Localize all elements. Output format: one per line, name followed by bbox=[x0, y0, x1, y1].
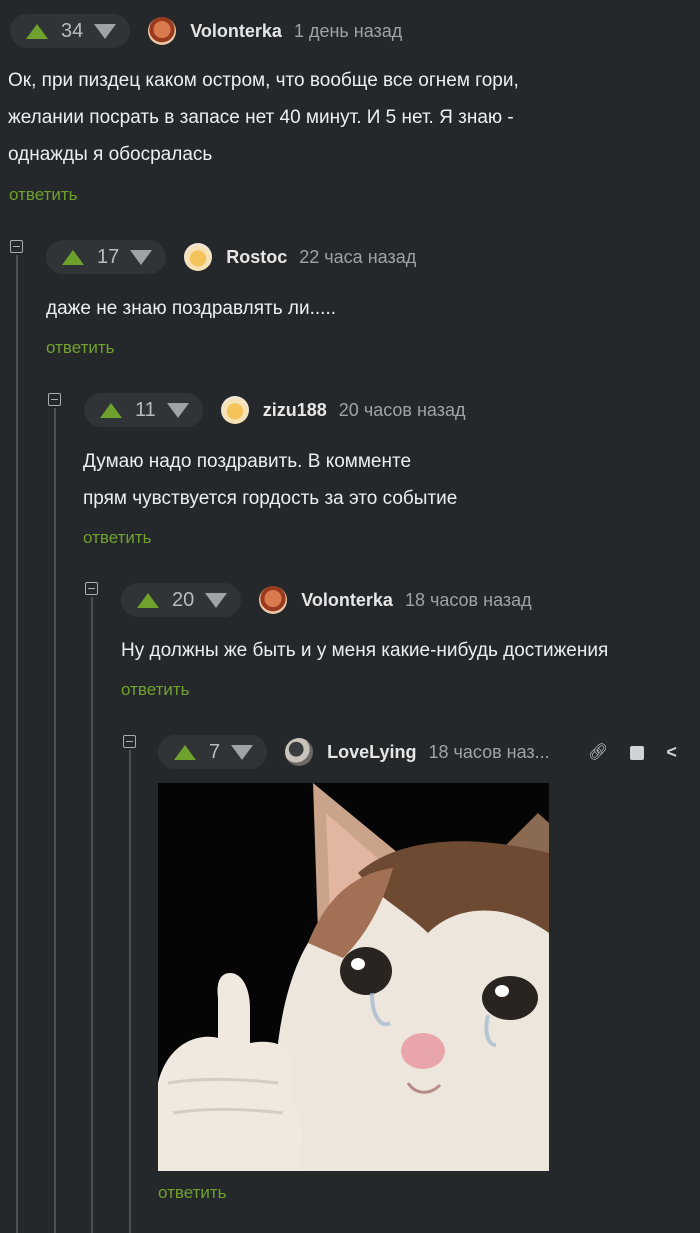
comment-time[interactable]: 22 часа назад bbox=[299, 247, 416, 268]
link-icon[interactable]: 🔗︎ bbox=[588, 742, 608, 762]
comment-image[interactable] bbox=[158, 783, 549, 1171]
reply-link[interactable]: ответить bbox=[158, 1183, 227, 1203]
comment-score: 7 bbox=[209, 740, 221, 763]
comment-text: Ок, при пиздец каком остром, что вообще … bbox=[8, 70, 519, 165]
comment-tools: 🔗︎ < ⊤ bbox=[588, 741, 700, 763]
comment-header: 11 zizu188 20 часов назад bbox=[84, 393, 466, 427]
comment-author[interactable]: Rostoc bbox=[226, 247, 287, 268]
downvote-icon[interactable] bbox=[231, 744, 254, 760]
thread-line bbox=[129, 750, 131, 1233]
rating-widget: 11 bbox=[84, 393, 203, 427]
comment-author[interactable]: zizu188 bbox=[263, 400, 327, 421]
comment-text: даже не знаю поздравлять ли..... bbox=[46, 298, 337, 319]
downvote-icon[interactable] bbox=[130, 249, 153, 265]
comment-header: 7 LoveLying 18 часов наз... bbox=[158, 735, 550, 769]
upvote-icon[interactable] bbox=[100, 402, 122, 418]
comment-text: Ну должны же быть и у меня какие-нибудь … bbox=[121, 640, 609, 661]
collapse-toggle[interactable] bbox=[10, 240, 23, 253]
rating-widget: 7 bbox=[158, 735, 268, 769]
avatar[interactable] bbox=[148, 17, 177, 45]
collapse-toggle[interactable] bbox=[48, 393, 61, 406]
rating-widget: 17 bbox=[46, 240, 167, 274]
avatar[interactable] bbox=[285, 738, 314, 766]
comment-time[interactable]: 18 часов назад bbox=[405, 590, 532, 611]
avatar[interactable] bbox=[220, 396, 249, 424]
comment-time[interactable]: 20 часов назад bbox=[339, 400, 466, 421]
downvote-icon[interactable] bbox=[94, 23, 117, 39]
comment-time[interactable]: 18 часов наз... bbox=[428, 742, 549, 763]
comment-text: Думаю надо поздравить. В комменте прям ч… bbox=[83, 451, 458, 509]
comment-header: 17 Rostoc 22 часа назад bbox=[46, 240, 416, 274]
thread-line bbox=[91, 597, 93, 1233]
reply-link[interactable]: ответить bbox=[83, 528, 152, 548]
comment-header: 20 Volonterka 18 часов назад bbox=[121, 583, 532, 617]
comment-author[interactable]: LoveLying bbox=[327, 742, 416, 763]
save-icon[interactable] bbox=[630, 746, 645, 760]
comment-score: 34 bbox=[61, 19, 84, 42]
reply-link[interactable]: ответить bbox=[121, 680, 190, 700]
avatar[interactable] bbox=[259, 586, 288, 614]
rating-widget: 20 bbox=[121, 583, 242, 617]
thread-line bbox=[54, 408, 56, 1233]
comment-header: 34 Volonterka 1 день назад bbox=[10, 14, 402, 48]
reply-link[interactable]: ответить bbox=[46, 338, 115, 358]
rating-widget: 34 bbox=[10, 14, 131, 48]
comment-author[interactable]: Volonterka bbox=[190, 21, 282, 42]
upvote-icon[interactable] bbox=[26, 23, 48, 39]
reply-link[interactable]: ответить bbox=[9, 185, 78, 205]
collapse-toggle[interactable] bbox=[123, 735, 136, 748]
comment-score: 20 bbox=[172, 588, 195, 611]
share-icon[interactable]: < bbox=[666, 742, 677, 763]
downvote-icon[interactable] bbox=[205, 592, 228, 608]
downvote-icon[interactable] bbox=[166, 402, 189, 418]
collapse-toggle[interactable] bbox=[85, 582, 98, 595]
avatar[interactable] bbox=[184, 243, 213, 271]
upvote-icon[interactable] bbox=[174, 744, 196, 760]
comment-author[interactable]: Volonterka bbox=[301, 590, 393, 611]
upvote-icon[interactable] bbox=[137, 592, 159, 608]
comment-score: 11 bbox=[135, 398, 156, 421]
comment-time[interactable]: 1 день назад bbox=[294, 21, 402, 42]
comment-score: 17 bbox=[97, 245, 120, 268]
crying-cat-thumbs-up-illustration bbox=[158, 783, 549, 1171]
thread-line bbox=[16, 255, 18, 1233]
upvote-icon[interactable] bbox=[62, 249, 84, 265]
